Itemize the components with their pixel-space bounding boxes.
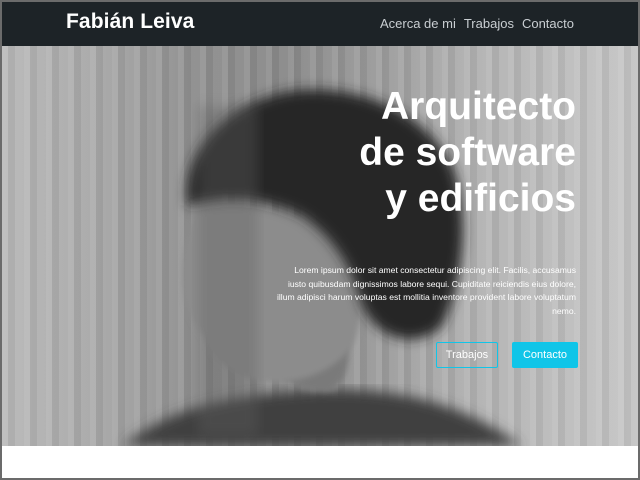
- hero-title-line-2: de software: [359, 131, 576, 174]
- contacto-button[interactable]: Contacto: [512, 342, 578, 368]
- nav-link-contacto[interactable]: Contacto: [522, 16, 574, 31]
- nav-link-acerca[interactable]: Acerca de mi: [380, 16, 456, 31]
- hero-section: Arquitecto de software y edificios Lorem…: [2, 46, 638, 446]
- brand-logo[interactable]: Fabián Leiva: [66, 10, 194, 34]
- hero-title: Arquitecto de software y edificios: [246, 84, 576, 222]
- hero-title-line-3: y edificios: [385, 177, 576, 220]
- hero-title-line-1: Arquitecto: [381, 85, 576, 128]
- trabajos-button[interactable]: Trabajos: [436, 342, 498, 368]
- nav-link-trabajos[interactable]: Trabajos: [464, 16, 514, 31]
- nav-links: Acerca de mi Trabajos Contacto: [380, 16, 574, 31]
- navbar: Fabián Leiva Acerca de mi Trabajos Conta…: [2, 2, 638, 46]
- hero-description: Lorem ipsum dolor sit amet consectetur a…: [276, 265, 576, 316]
